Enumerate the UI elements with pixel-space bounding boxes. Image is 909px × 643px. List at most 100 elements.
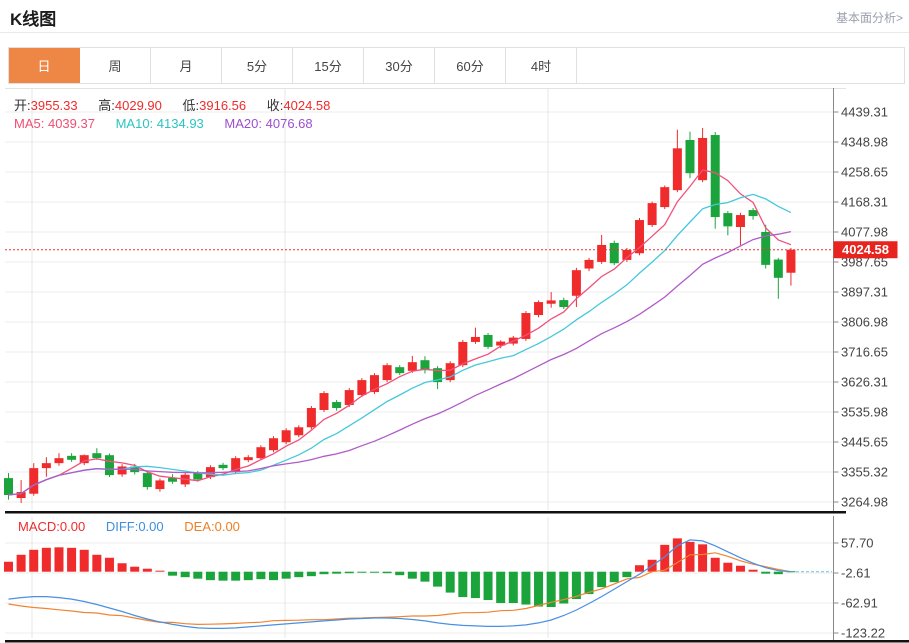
macd-bar	[723, 562, 733, 572]
candle	[534, 302, 544, 316]
candle	[470, 336, 480, 342]
kline-widget: K线图 基本面分析> 日周月 5分 15分 30分 60分 4时 4439.31 4348.…	[0, 0, 909, 643]
y-axis-label: 3897.31	[841, 285, 888, 300]
macd-bar	[395, 571, 405, 576]
ma5-label: MA5:	[14, 116, 45, 131]
candle	[647, 203, 657, 226]
macd-bar	[306, 571, 316, 577]
y-axis-label: 3806.98	[841, 315, 888, 330]
candle	[67, 455, 77, 460]
macd-bar	[710, 557, 720, 572]
candle	[609, 242, 619, 264]
macd-value: 0.00	[59, 519, 86, 534]
last-price-badge-text: 4024.58	[842, 242, 889, 257]
macd-bar	[521, 571, 531, 605]
close-label: 收:	[266, 98, 284, 113]
ma5-value: 4039.37	[47, 116, 95, 131]
macd-bar	[672, 538, 682, 572]
macd-bar	[698, 544, 708, 572]
y-axis-label: 3355.32	[841, 465, 888, 480]
candle	[332, 402, 342, 409]
candle	[155, 480, 165, 490]
macd-bar	[256, 571, 266, 580]
open-label: 开:	[14, 98, 31, 113]
candle	[357, 380, 367, 396]
candle	[306, 408, 316, 428]
candle	[256, 447, 266, 459]
macd-bar	[735, 565, 745, 572]
macd-bar	[294, 571, 304, 578]
macd-y-axis-label: -2.61	[841, 565, 871, 580]
candle	[407, 362, 417, 371]
candle	[142, 473, 152, 488]
macd-bar	[407, 571, 417, 579]
ma10-value: 4134.93	[156, 116, 204, 131]
macd-bar	[319, 571, 329, 575]
candle	[54, 458, 64, 464]
macd-y-axis-label: -123.22	[841, 625, 885, 640]
candle	[546, 300, 556, 304]
macd-bar	[369, 571, 379, 573]
open-value: 3955.33	[30, 98, 78, 113]
candle	[29, 468, 39, 494]
macd-bar	[67, 547, 77, 572]
macd-bar	[180, 571, 190, 578]
macd-bar	[748, 569, 758, 572]
macd-bar	[205, 571, 215, 581]
y-axis-label: 3264.98	[841, 495, 888, 510]
macd-bar	[433, 571, 443, 587]
ma10-line	[8, 193, 792, 496]
macd-bar	[635, 565, 644, 572]
candle	[559, 300, 569, 308]
macd-bar	[130, 566, 140, 572]
y-axis-label: 4348.98	[841, 135, 888, 150]
candle	[294, 427, 304, 436]
macd-bar	[4, 561, 13, 572]
ma20-value: 4076.68	[265, 116, 313, 131]
macd-bar	[218, 571, 228, 581]
candle	[319, 393, 329, 411]
macd-y-axis-label: -62.91	[841, 595, 878, 610]
macd-bar	[79, 549, 89, 572]
candle	[584, 259, 594, 269]
low-value: 3916.56	[199, 98, 247, 113]
ohlc-info-row: 开:3955.33 高:4029.90 低:3916.56 收:4024.58	[14, 95, 347, 114]
candle	[748, 210, 758, 217]
macd-bar	[470, 571, 480, 599]
y-axis-label: 4168.31	[841, 195, 888, 210]
diff-label: DIFF:	[105, 519, 139, 534]
macd-y-axis-label: 57.70	[841, 535, 874, 550]
candle	[4, 478, 13, 496]
panel-separator	[5, 511, 846, 514]
ma20-line	[8, 230, 792, 496]
macd-info-row: MACD:0.00 DIFF:0.00 DEA:0.00	[18, 519, 257, 534]
macd-bar	[382, 571, 392, 574]
macd-bar	[54, 547, 64, 572]
low-label: 低:	[182, 98, 200, 113]
macd-bar	[193, 571, 203, 579]
macd-bar	[332, 571, 342, 574]
macd-bar	[445, 571, 455, 593]
macd-bar	[609, 571, 619, 583]
macd-label: MACD:	[18, 519, 60, 534]
macd-bar	[508, 571, 518, 604]
candle	[483, 334, 493, 347]
candle	[92, 453, 102, 459]
ma10-label: MA10:	[115, 116, 154, 131]
y-axis-label: 3626.31	[841, 375, 888, 390]
macd-bar	[281, 571, 291, 579]
macd-bar	[496, 571, 506, 604]
macd-bar	[16, 554, 26, 572]
candle	[193, 473, 203, 480]
y-axis-label: 4077.98	[841, 225, 888, 240]
ma5-line	[8, 169, 792, 496]
diff-value: 0.00	[138, 519, 164, 534]
y-axis-label: 3445.65	[841, 435, 888, 450]
dea-label: DEA:	[184, 519, 215, 534]
macd-bar	[420, 571, 430, 582]
candle	[735, 215, 745, 228]
macd-bar	[344, 571, 354, 574]
macd-bar	[534, 571, 544, 607]
macd-bar	[41, 547, 51, 572]
candle	[597, 244, 607, 262]
